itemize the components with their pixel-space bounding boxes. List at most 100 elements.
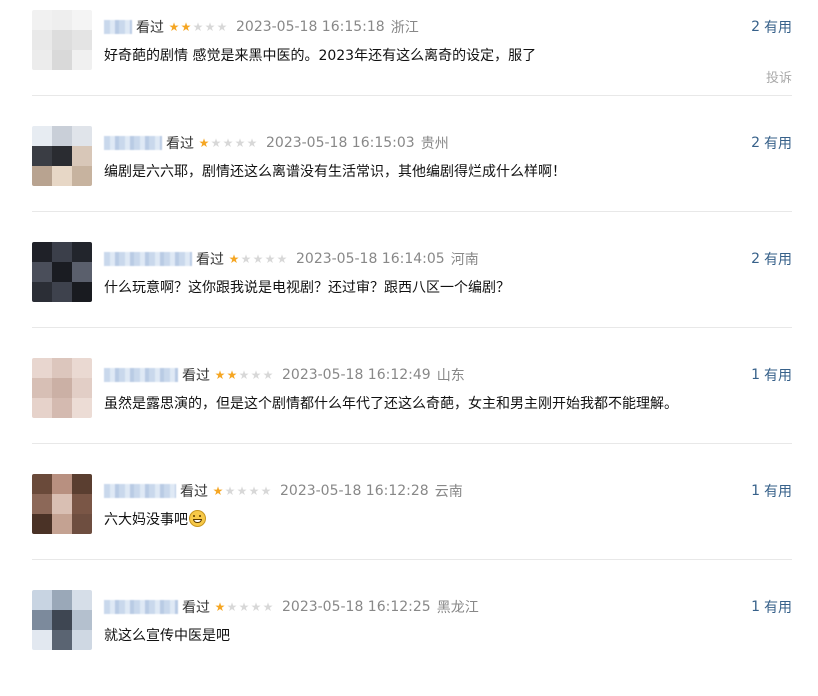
avatar-mosaic-cell [72, 50, 92, 70]
avatar[interactable] [32, 474, 92, 534]
avatar[interactable] [32, 590, 92, 650]
avatar-mosaic-cell [52, 630, 72, 650]
watched-label: 看过 [182, 368, 210, 384]
avatar-mosaic-cell [52, 474, 72, 494]
avatar-mosaic-cell [72, 282, 92, 302]
comment-time: 2023-05-18 16:12:25 [282, 599, 431, 615]
comment-content: 编剧是六六耶，剧情还这么离谱没有生活常识，其他编剧得烂成什么样啊！ [104, 161, 566, 181]
avatar[interactable] [32, 358, 92, 418]
avatar-mosaic-cell [32, 10, 52, 30]
useful-button[interactable]: 1 有用 [751, 480, 792, 502]
avatar-mosaic-cell [72, 166, 92, 186]
star-filled-icon: ★ [212, 484, 224, 498]
useful-label: 有用 [764, 368, 792, 384]
avatar-mosaic-cell [72, 590, 92, 610]
comment-content: 好奇葩的剧情 感觉是来黑中医的。2023年还有这么离奇的设定，服了 [104, 45, 536, 65]
star-filled-icon: ★ [180, 20, 192, 34]
useful-label: 有用 [764, 252, 792, 268]
comment-text: 就这么宣传中医是吧 [104, 628, 230, 644]
star-empty-icon: ★ [250, 600, 262, 614]
useful-button[interactable]: 1 有用 [751, 596, 792, 618]
avatar-mosaic-cell [52, 494, 72, 514]
avatar-mosaic-cell [32, 494, 52, 514]
divider [32, 211, 792, 212]
avatar-mosaic-cell [72, 262, 92, 282]
divider [32, 95, 792, 96]
comment-item: 看过 ★ ★ ★ ★ ★ 2023-05-18 16:15:03 贵州 编剧是六六耶，剧情还这么… [0, 116, 818, 232]
avatar-mosaic-cell [32, 590, 52, 610]
avatar-mosaic-cell [52, 610, 72, 630]
star-empty-icon: ★ [210, 136, 222, 150]
comment-time: 2023-05-18 16:12:49 [282, 367, 431, 383]
comment-text: 虽然是露思演的，但是这个剧情都什么年代了还这么奇葩，女主和男主刚开始我都不能理解… [104, 396, 678, 412]
useful-label: 有用 [764, 20, 792, 36]
username-blurred[interactable] [104, 252, 192, 266]
divider [32, 327, 792, 328]
comment-text: 好奇葩的剧情 感觉是来黑中医的。2023年还有这么离奇的设定，服了 [104, 48, 537, 64]
avatar-mosaic-cell [72, 610, 92, 630]
report-button[interactable]: 投诉 [766, 67, 792, 86]
star-empty-icon: ★ [192, 20, 204, 34]
watched-label: 看过 [180, 484, 208, 500]
username-blurred[interactable] [104, 20, 132, 34]
rating-stars: ★ ★ ★ ★ ★ [168, 20, 228, 34]
comment-region: 浙江 [390, 20, 419, 36]
watched-label: 看过 [166, 136, 194, 152]
useful-button[interactable]: 2 有用 [751, 248, 792, 270]
avatar-mosaic-cell [32, 474, 52, 494]
avatar-mosaic-cell [52, 126, 72, 146]
avatar-mosaic-cell [32, 282, 52, 302]
star-filled-icon: ★ [214, 368, 226, 382]
comment-text: 什么玩意啊？这你跟我说是电视剧？还过审？跟西八区一个编剧？ [104, 280, 510, 296]
star-empty-icon: ★ [240, 252, 252, 266]
useful-label: 有用 [764, 600, 792, 616]
avatar-mosaic-cell [72, 242, 92, 262]
avatar-mosaic-cell [32, 126, 52, 146]
avatar[interactable] [32, 10, 92, 70]
comment-region: 贵州 [420, 136, 449, 152]
avatar-mosaic-cell [52, 10, 72, 30]
star-empty-icon: ★ [252, 252, 264, 266]
comment-time: 2023-05-18 16:14:05 [296, 251, 445, 267]
comment-item: 看过 ★ ★ ★ ★ ★ 2023-05-18 16:14:05 河南 什么玩意啊？这你跟我说是… [0, 232, 818, 348]
avatar-mosaic-cell [72, 358, 92, 378]
avatar-mosaic-cell [52, 166, 72, 186]
comment-time: 2023-05-18 16:12:28 [280, 483, 429, 499]
star-empty-icon: ★ [224, 484, 236, 498]
useful-button[interactable]: 1 有用 [751, 364, 792, 386]
username-blurred[interactable] [104, 484, 176, 498]
avatar-mosaic-cell [72, 30, 92, 50]
avatar[interactable] [32, 126, 92, 186]
useful-count: 2 [751, 135, 760, 151]
useful-count: 1 [751, 599, 760, 615]
avatar[interactable] [32, 242, 92, 302]
avatar-mosaic-cell [52, 146, 72, 166]
avatar-mosaic-cell [72, 398, 92, 418]
avatar-mosaic-cell [32, 378, 52, 398]
avatar-mosaic-cell [52, 358, 72, 378]
watched-label: 看过 [136, 20, 164, 36]
comment-region: 黑龙江 [436, 600, 479, 616]
comment-content: 就这么宣传中医是吧 [104, 625, 230, 645]
username-blurred[interactable] [104, 600, 178, 614]
useful-count: 1 [751, 483, 760, 499]
useful-label: 有用 [764, 484, 792, 500]
avatar-mosaic-cell [32, 166, 52, 186]
star-filled-icon: ★ [198, 136, 210, 150]
avatar-mosaic-cell [32, 262, 52, 282]
useful-button[interactable]: 2 有用 [751, 16, 792, 38]
comment-content: 什么玩意啊？这你跟我说是电视剧？还过审？跟西八区一个编剧？ [104, 277, 510, 297]
avatar-mosaic-cell [32, 50, 52, 70]
comment-time: 2023-05-18 16:15:18 [236, 19, 385, 35]
star-filled-icon: ★ [168, 20, 180, 34]
useful-button[interactable]: 2 有用 [751, 132, 792, 154]
rating-stars: ★ ★ ★ ★ ★ [212, 484, 272, 498]
star-empty-icon: ★ [234, 136, 246, 150]
comment-meta: 看过 ★ ★ ★ ★ ★ 2023-05-18 16:12:49 山东 [104, 364, 465, 386]
avatar-mosaic-cell [52, 242, 72, 262]
star-empty-icon: ★ [246, 136, 258, 150]
username-blurred[interactable] [104, 368, 178, 382]
username-blurred[interactable] [104, 136, 162, 150]
avatar-mosaic-cell [52, 514, 72, 534]
avatar-mosaic-cell [32, 514, 52, 534]
